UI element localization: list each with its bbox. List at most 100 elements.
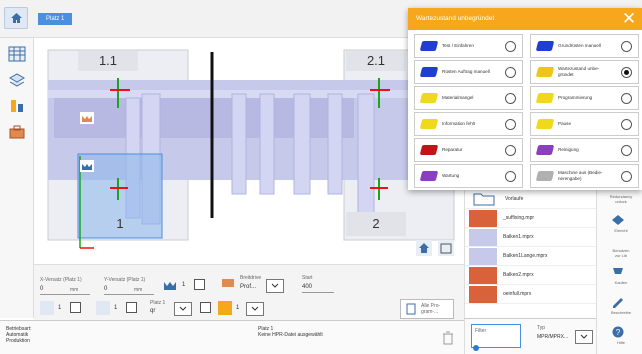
- cart-icon[interactable]: [611, 266, 625, 278]
- type-dropdown[interactable]: [575, 330, 593, 344]
- file-thumbnail: [469, 209, 497, 227]
- reason-radio[interactable]: [621, 170, 632, 182]
- reason-radio[interactable]: [621, 40, 632, 52]
- reason-radio[interactable]: [505, 92, 516, 104]
- reason-option-label: Programmierung: [558, 95, 593, 100]
- rotate-icon: [40, 301, 54, 315]
- layers-icon[interactable]: [8, 72, 26, 88]
- all-programs-button[interactable]: Alle Pro- gram-...: [400, 299, 454, 319]
- type-value[interactable]: MPR/MPRX...: [537, 334, 568, 340]
- reason-option-label: Maschine aus (Bedie- nerengabe): [558, 170, 603, 181]
- pencil-icon[interactable]: [611, 296, 625, 308]
- count4-value: 1: [236, 305, 240, 311]
- reason-option[interactable]: Reparatur: [414, 138, 523, 162]
- reason-radio[interactable]: [505, 66, 516, 78]
- reason-option-label: Wartung: [442, 173, 460, 178]
- machine-canvas[interactable]: 1.1 2.1 1 2: [34, 38, 464, 290]
- 3d-view-icon[interactable]: [438, 240, 454, 256]
- rotate-checkbox[interactable]: [70, 302, 81, 313]
- multi-icon: [218, 301, 232, 315]
- reason-option[interactable]: Pause: [530, 112, 639, 136]
- reason-option-label: Reparatur: [442, 147, 463, 152]
- home-button[interactable]: [4, 7, 28, 29]
- clamp-count-value: 1: [182, 282, 186, 288]
- status-flag-icon: [535, 171, 555, 181]
- machine-table-drawing: [47, 49, 455, 249]
- clamp-checkbox[interactable]: [194, 279, 205, 290]
- clamp-icon[interactable]: [80, 160, 94, 172]
- platz-status-text: Platz 1 Keine HPR-Datei ausgewählt: [258, 326, 323, 338]
- count4-dropdown[interactable]: [246, 302, 264, 316]
- folder-row[interactable]: Vorlaufe: [465, 190, 597, 209]
- profile-icon: [222, 279, 234, 287]
- status-flag-icon: [419, 171, 439, 181]
- reason-option[interactable]: Wartezustand unbe- gründet: [530, 60, 639, 84]
- platz-checkbox[interactable]: [200, 302, 211, 313]
- reason-option-label: Materialmangel: [442, 95, 474, 100]
- reason-radio[interactable]: [505, 170, 516, 182]
- count2-value: 1: [58, 305, 62, 311]
- reason-radio[interactable]: [621, 92, 632, 104]
- reason-radio[interactable]: [621, 144, 632, 156]
- grid-view-icon[interactable]: [8, 46, 26, 62]
- x-offset-value[interactable]: 0: [40, 286, 43, 292]
- station-label-1-1: 1.1: [78, 51, 138, 71]
- reason-option[interactable]: Information fehlt: [414, 112, 523, 136]
- reason-option[interactable]: Programmierung: [530, 86, 639, 110]
- action-lib-label[interactable]: Benutzen zur Lib: [601, 248, 641, 258]
- reason-option[interactable]: Reinigung: [530, 138, 639, 162]
- filter-input[interactable]: Filter: [471, 324, 521, 348]
- reason-option[interactable]: Materialmangel: [414, 86, 523, 110]
- status-flag-icon: [535, 41, 555, 51]
- file-name: Balken2.mprx: [503, 272, 534, 278]
- reason-radio[interactable]: [621, 66, 632, 78]
- help-icon[interactable]: ?: [612, 326, 624, 338]
- start-value[interactable]: 400: [302, 284, 312, 290]
- chevron-down-icon: [179, 306, 187, 311]
- action-redundancy-label[interactable]: Redundancy unlock: [601, 194, 641, 204]
- action-buy-label[interactable]: Kaufen: [601, 280, 641, 285]
- file-row[interactable]: oeinfull.mprx: [465, 285, 597, 304]
- setup-icon[interactable]: [611, 214, 625, 226]
- file-list-panel: Vorlaufe _suffixing.mpr Balken1.mprx Bal…: [464, 190, 597, 318]
- action-help-label[interactable]: Hilfe: [601, 340, 641, 345]
- action-setup-label[interactable]: Einricht: [601, 228, 641, 233]
- filter-cursor-handle[interactable]: [473, 345, 479, 351]
- profile-dropdown[interactable]: [266, 279, 284, 293]
- document-icon: [406, 303, 416, 315]
- file-row[interactable]: Balken1Lange.mprx: [465, 247, 597, 266]
- reason-option[interactable]: Rüsten Auftrag manuell: [414, 60, 523, 84]
- platz-dropdown[interactable]: [174, 302, 192, 316]
- y-offset-value[interactable]: 0: [104, 286, 107, 292]
- trash-icon[interactable]: [442, 331, 454, 345]
- profile-value[interactable]: Prof...: [240, 284, 256, 290]
- file-row[interactable]: Balken1.mprx: [465, 228, 597, 247]
- operator-icon[interactable]: [8, 98, 26, 114]
- count3-value: 1: [114, 305, 118, 311]
- reason-radio[interactable]: [505, 144, 516, 156]
- reason-option[interactable]: Wartung: [414, 164, 523, 188]
- file-name: _suffixing.mpr: [503, 215, 535, 221]
- reason-option[interactable]: Grundrüsten manuell: [530, 34, 639, 58]
- close-icon[interactable]: ✕: [620, 10, 638, 28]
- reason-option[interactable]: Maschine aus (Bedie- nerengabe): [530, 164, 639, 188]
- file-thumbnail: [469, 285, 497, 303]
- reason-radio[interactable]: [621, 118, 632, 130]
- breadcrumb[interactable]: Platz 1: [38, 13, 73, 25]
- reason-radio[interactable]: [505, 40, 516, 52]
- action-describe-label[interactable]: Beschreibe: [601, 310, 641, 315]
- left-toolbar: [0, 38, 34, 318]
- file-row[interactable]: Balken2.mprx: [465, 266, 597, 285]
- status-flag-icon: [535, 93, 555, 103]
- mirror-checkbox[interactable]: [126, 302, 137, 313]
- platz-value[interactable]: qr: [150, 308, 155, 314]
- clamp-icon[interactable]: [80, 112, 94, 124]
- chevron-down-icon: [271, 283, 279, 288]
- file-row[interactable]: _suffixing.mpr: [465, 209, 597, 228]
- toolbox-icon[interactable]: [8, 124, 26, 140]
- popup-title: Wartezustand unbegründet: [408, 8, 642, 30]
- status-flag-icon: [419, 119, 439, 129]
- home-view-icon[interactable]: [416, 240, 432, 256]
- reason-radio[interactable]: [505, 118, 516, 130]
- reason-option[interactable]: Test / Einfahren: [414, 34, 523, 58]
